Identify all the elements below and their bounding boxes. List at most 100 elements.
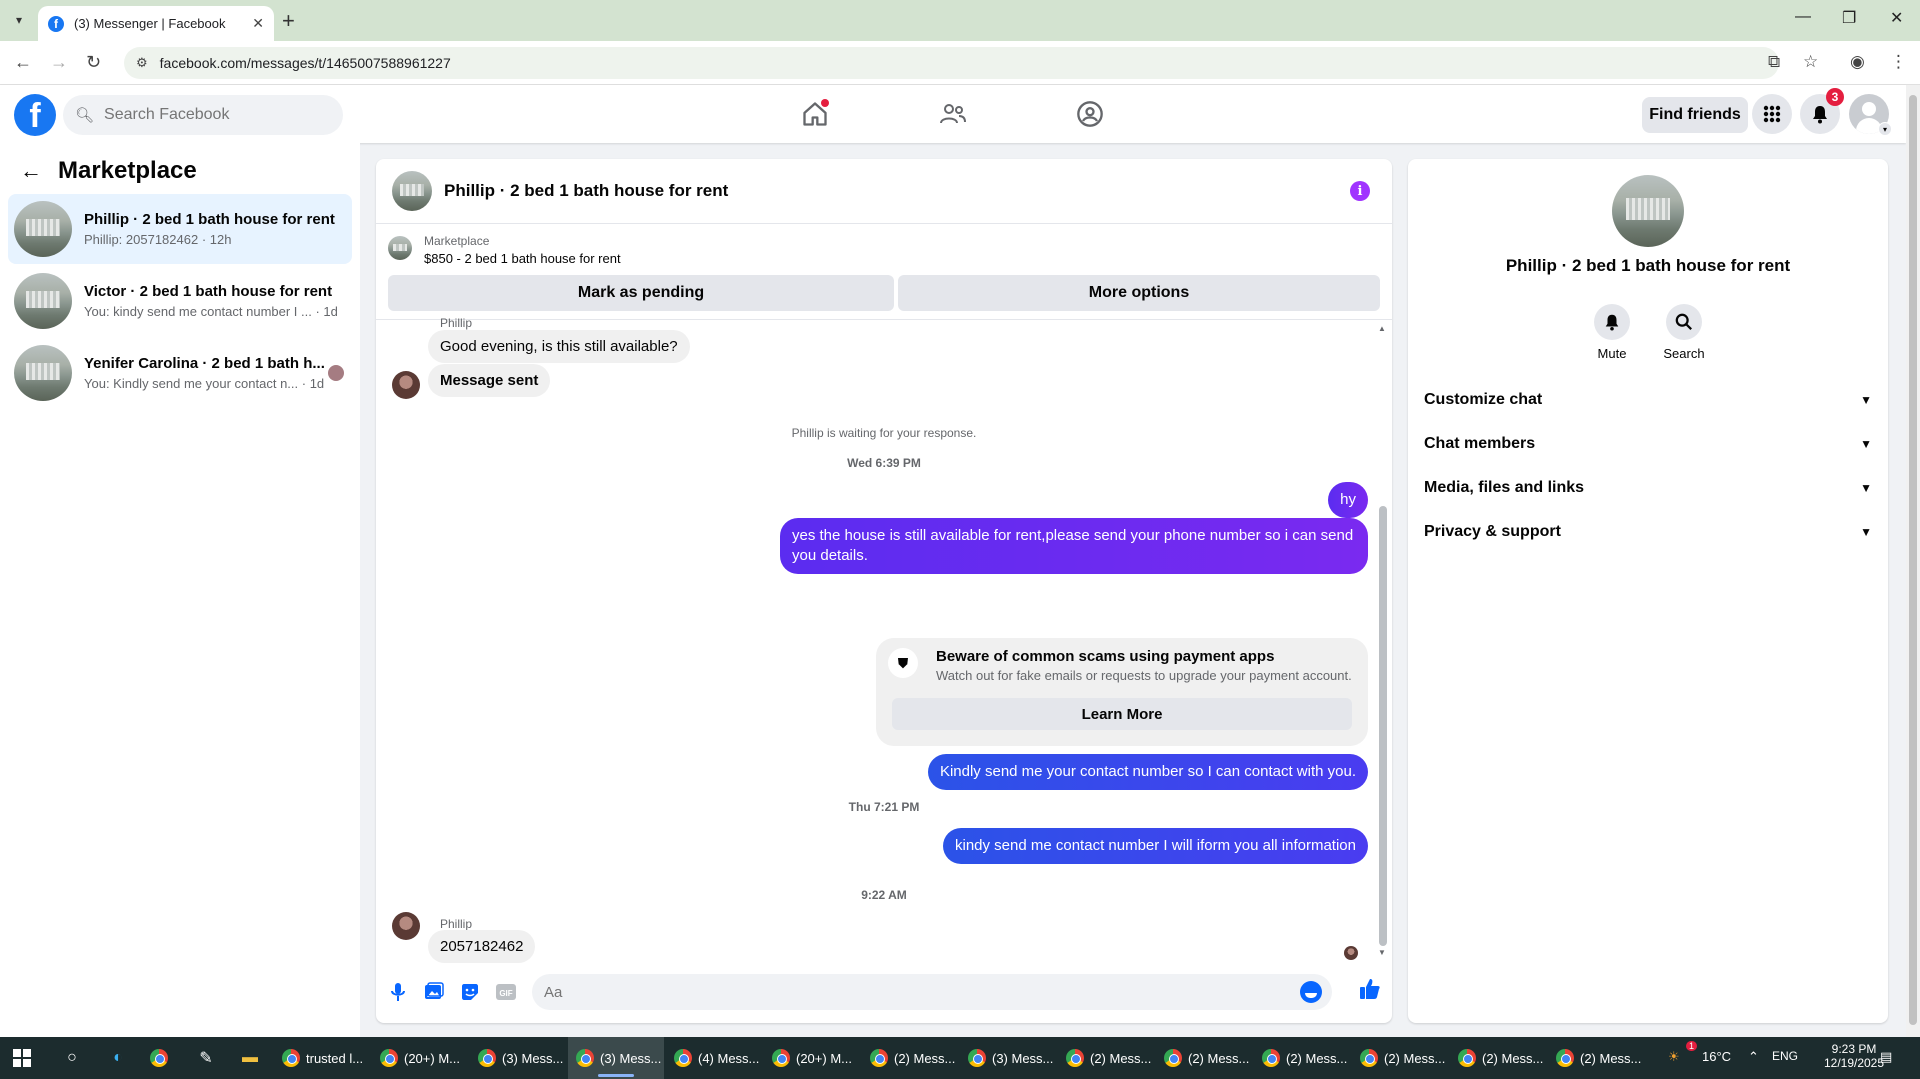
message-scrollbar[interactable]: ▲ ▼ [1378, 324, 1387, 958]
page-scrollbar-thumb[interactable] [1909, 95, 1917, 1025]
page-scrollbar[interactable] [1906, 85, 1920, 1037]
find-friends-button[interactable]: Find friends [1642, 97, 1748, 133]
chevron-down-icon: ▼ [1860, 481, 1872, 495]
account-chevron-icon[interactable]: ▾ [1878, 122, 1892, 136]
conversation-item[interactable]: Yenifer Carolina · 2 bed 1 bath h... You… [8, 338, 352, 408]
mark-as-pending-button[interactable]: Mark as pending [388, 275, 894, 311]
mute-action[interactable]: Mute [1582, 304, 1642, 361]
friends-nav-icon[interactable] [923, 97, 983, 131]
outgoing-message[interactable]: hy [1328, 482, 1368, 518]
taskbar-app[interactable]: (4) Mess... [666, 1037, 762, 1079]
gif-icon[interactable]: GIF [494, 980, 518, 1004]
message-scrollbar-thumb[interactable] [1379, 506, 1387, 946]
chevron-down-icon: ▼ [1860, 393, 1872, 407]
chat-members-section[interactable]: Chat members ▼ [1424, 426, 1872, 462]
file-explorer-icon[interactable]: ▬ [238, 1046, 262, 1070]
info-icon[interactable]: i [1350, 181, 1370, 201]
restore-icon[interactable]: ❐ [1842, 8, 1856, 28]
learn-more-button[interactable]: Learn More [892, 698, 1352, 730]
site-info-icon[interactable]: ⚙ [136, 55, 148, 71]
sender-avatar[interactable] [392, 371, 420, 399]
media-files-links-section[interactable]: Media, files and links ▼ [1424, 470, 1872, 506]
listing-thumbnail [14, 201, 72, 257]
like-thumb-icon[interactable] [1358, 977, 1382, 1001]
incoming-message[interactable]: 2057182462 [428, 930, 536, 963]
minimize-icon[interactable]: — [1795, 8, 1811, 26]
taskbar-app[interactable]: (2) Mess... [1352, 1037, 1448, 1079]
browser-tab[interactable]: f (3) Messenger | Facebook ✕ [38, 6, 274, 41]
taskbar-app[interactable]: (3) Mess... [470, 1037, 566, 1079]
outgoing-message[interactable]: yes the house is still available for ren… [780, 518, 1368, 574]
customize-chat-section[interactable]: Customize chat ▼ [1424, 382, 1872, 418]
taskbar-app[interactable]: (2) Mess... [1254, 1037, 1350, 1079]
incoming-message[interactable]: Message sent [428, 364, 551, 397]
groups-nav-icon[interactable] [1060, 97, 1120, 131]
menu-grid-icon[interactable] [1752, 94, 1792, 134]
taskbar-app[interactable]: trusted l... [274, 1037, 370, 1079]
url-field[interactable]: ⚙ facebook.com/messages/t/14650075889612… [124, 47, 1779, 79]
microphone-icon[interactable] [386, 980, 410, 1004]
search-magnifier-icon[interactable] [1666, 304, 1702, 340]
scroll-down-icon[interactable]: ▼ [1378, 948, 1386, 957]
edge-icon[interactable]: ◐ [106, 1046, 130, 1070]
back-arrow-icon[interactable]: ← [20, 158, 42, 184]
window-close-icon[interactable]: ✕ [1890, 8, 1903, 28]
tray-chevron-icon[interactable]: ⌃ [1748, 1049, 1759, 1065]
taskbar-app[interactable]: (2) Mess... [1058, 1037, 1154, 1079]
app-icon[interactable]: ✎ [194, 1046, 218, 1070]
message-input-box[interactable] [532, 974, 1332, 1010]
reload-icon[interactable]: ↻ [86, 52, 101, 73]
conversation-item[interactable]: Victor · 2 bed 1 bath house for rent You… [8, 266, 352, 336]
taskbar-app[interactable]: (20+) M... [372, 1037, 468, 1079]
incoming-message[interactable]: Good evening, is this still available? [428, 330, 690, 363]
language-indicator[interactable]: ENG [1772, 1049, 1798, 1063]
facebook-search[interactable]: 🔍︎ [63, 95, 343, 135]
install-app-icon[interactable]: ⧉ [1768, 52, 1780, 72]
forward-icon[interactable]: → [50, 52, 68, 73]
notification-center-icon[interactable]: ▤ [1880, 1049, 1892, 1065]
sticker-icon[interactable] [458, 980, 482, 1004]
message-input[interactable] [544, 983, 1284, 1001]
back-icon[interactable]: ← [14, 52, 32, 73]
browser-menu-icon[interactable]: ⋮ [1890, 52, 1907, 72]
chrome-icon[interactable] [150, 1046, 174, 1070]
outgoing-message[interactable]: kindy send me contact number I will ifor… [942, 828, 1368, 864]
new-tab-icon[interactable]: + [282, 8, 295, 34]
emoji-icon[interactable] [1300, 981, 1322, 1003]
scroll-up-icon[interactable]: ▲ [1378, 324, 1386, 333]
taskbar-search-icon[interactable]: ○ [60, 1046, 84, 1070]
taskbar-app[interactable]: (2) Mess... [1450, 1037, 1546, 1079]
photo-icon[interactable] [422, 980, 446, 1004]
tab-search-icon[interactable]: ▾ [8, 9, 30, 31]
notifications-bell-icon[interactable]: 3 [1800, 88, 1844, 134]
outgoing-message[interactable]: Kindly send me your contact number so I … [927, 754, 1368, 790]
listing-price[interactable]: $850 - 2 bed 1 bath house for rent [424, 251, 621, 266]
search-action[interactable]: Search [1654, 304, 1714, 361]
taskbar-app[interactable]: (2) Mess... [1548, 1037, 1644, 1079]
conversation-photo[interactable] [1612, 175, 1684, 247]
chat-listing-thumbnail[interactable] [392, 171, 432, 211]
taskbar-app-active[interactable]: (3) Mess... [568, 1037, 664, 1079]
mute-bell-icon[interactable] [1594, 304, 1630, 340]
taskbar-app[interactable]: (3) Mess... [960, 1037, 1056, 1079]
more-options-button[interactable]: More options [898, 275, 1380, 311]
chat-title[interactable]: Phillip · 2 bed 1 bath house for rent [444, 181, 728, 201]
facebook-logo-icon[interactable]: f [14, 94, 56, 136]
taskbar-app[interactable]: (20+) M... [764, 1037, 860, 1079]
taskbar-app[interactable]: (2) Mess... [1156, 1037, 1252, 1079]
privacy-support-section[interactable]: Privacy & support ▼ [1424, 514, 1872, 550]
facebook-search-input[interactable] [104, 106, 325, 124]
sender-avatar[interactable] [392, 912, 420, 940]
tab-close-icon[interactable]: ✕ [252, 15, 264, 32]
taskbar-app[interactable]: (2) Mess... [862, 1037, 958, 1079]
home-nav-icon[interactable] [785, 97, 845, 131]
scam-warning-card: ⛊ Beware of common scams using payment a… [876, 638, 1368, 746]
weather-temp[interactable]: 16°C [1702, 1049, 1731, 1064]
profile-icon[interactable]: ◉ [1850, 52, 1865, 72]
windows-start-icon[interactable] [10, 1046, 34, 1070]
conversation-item[interactable]: Phillip · 2 bed 1 bath house for rent Ph… [8, 194, 352, 264]
windows-taskbar: ○ ◐ ✎ ▬ trusted l... (20+) M... (3) Mess… [0, 1037, 1920, 1079]
bookmark-star-icon[interactable]: ☆ [1803, 52, 1818, 72]
weather-icon[interactable]: ☀ [1668, 1049, 1680, 1065]
timestamp: Wed 6:39 PM [847, 456, 921, 470]
